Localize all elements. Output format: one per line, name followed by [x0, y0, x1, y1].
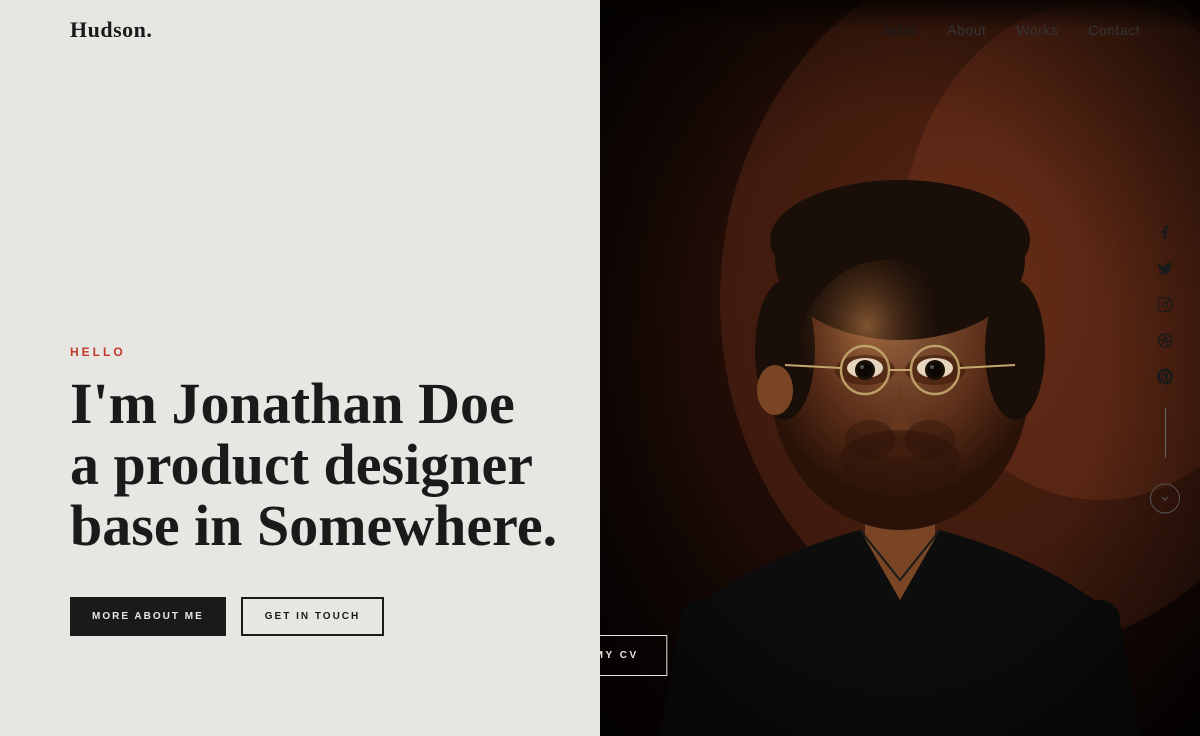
nav-links: Intro About Works Contact	[884, 22, 1140, 38]
hero-title: I'm Jonathan Doea product designerbase i…	[70, 374, 557, 557]
nav-contact[interactable]: Contact	[1088, 22, 1140, 38]
social-divider	[1165, 408, 1166, 458]
cv-line	[300, 663, 410, 664]
nav-works[interactable]: Works	[1016, 22, 1058, 38]
nav-intro[interactable]: Intro	[884, 22, 918, 38]
dribbble-icon[interactable]	[1155, 331, 1175, 351]
right-panel	[600, 0, 1200, 736]
get-my-cv-button[interactable]: GET MY CV	[532, 635, 667, 676]
more-about-me-button[interactable]: MORE ABOUT ME	[70, 597, 226, 636]
facebook-icon[interactable]	[1155, 223, 1175, 243]
pinterest-icon[interactable]	[1155, 367, 1175, 387]
get-in-touch-button[interactable]: GET IN TOUCH	[241, 597, 384, 636]
logo[interactable]: Hudson.	[70, 17, 152, 43]
hero-content: HELLO I'm Jonathan Doea product designer…	[70, 345, 557, 636]
instagram-icon[interactable]	[1155, 295, 1175, 315]
twitter-icon[interactable]	[1155, 259, 1175, 279]
nav-about[interactable]: About	[947, 22, 986, 38]
navbar: Hudson. Intro About Works Contact	[70, 0, 1200, 60]
social-icons	[1150, 223, 1180, 514]
scroll-down-button[interactable]	[1150, 484, 1180, 514]
button-group: MORE ABOUT ME GET IN TOUCH	[70, 597, 557, 636]
hello-label: HELLO	[70, 345, 557, 359]
